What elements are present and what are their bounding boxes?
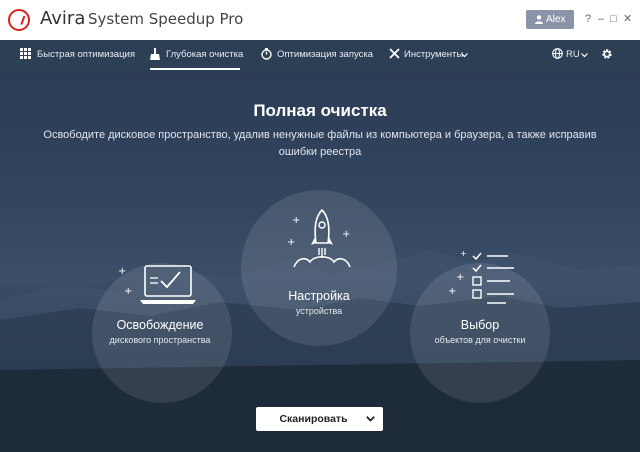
- tools-icon: [389, 48, 400, 59]
- tab-startup-optimization[interactable]: Оптимизация запуска: [261, 40, 374, 70]
- svg-text:+: +: [342, 229, 350, 240]
- svg-text:+: +: [287, 237, 295, 248]
- avira-logo-icon: [8, 9, 30, 31]
- svg-text:+: +: [448, 286, 456, 297]
- close-button[interactable]: ✕: [623, 12, 632, 26]
- main-panel: Полная очистка Освободите дисковое прост…: [0, 70, 640, 452]
- settings-button[interactable]: [601, 40, 615, 70]
- card-title: Настройка: [288, 289, 350, 303]
- page-title: Полная очистка: [253, 101, 387, 120]
- svg-text:+: +: [292, 215, 300, 226]
- laptop-check-icon: + +: [118, 265, 196, 304]
- minimize-button[interactable]: –: [598, 12, 604, 26]
- gear-icon: [602, 49, 612, 59]
- svg-text:+: +: [456, 272, 464, 283]
- tab-label: Глубокая очистка: [166, 49, 244, 60]
- card-subtitle: устройства: [295, 306, 343, 316]
- title-bar: Avira System Speedup Pro Alex ? – □ ✕: [0, 0, 640, 40]
- svg-text:+: +: [124, 286, 132, 297]
- chevron-down-icon: [461, 53, 468, 58]
- chevron-down-icon[interactable]: [366, 416, 375, 422]
- card-subtitle: объектов для очистки: [434, 335, 526, 345]
- tab-tools[interactable]: Инструменты: [389, 40, 471, 70]
- tab-label: Инструменты: [404, 49, 464, 60]
- svg-text:+: +: [118, 266, 126, 277]
- maximize-button[interactable]: □: [610, 12, 617, 26]
- language-label: RU: [566, 49, 580, 60]
- card-subtitle: дискового пространства: [109, 335, 211, 345]
- language-selector[interactable]: RU: [552, 40, 588, 70]
- chevron-down-icon: [581, 53, 588, 58]
- rocket-icon: + + +: [287, 208, 351, 268]
- grid-icon: [20, 48, 31, 59]
- page-subtitle: Освободите дисковое пространство, удалив…: [43, 129, 597, 158]
- tab-deep-cleaning[interactable]: Глубокая очистка: [150, 40, 244, 70]
- globe-icon: [552, 48, 563, 59]
- tab-label: Быстрая оптимизация: [37, 49, 135, 60]
- scan-button[interactable]: Сканировать: [256, 407, 383, 431]
- user-name: Alex: [546, 14, 566, 25]
- scan-button-label: Сканировать: [279, 413, 348, 425]
- tab-quick-optimization[interactable]: Быстрая оптимизация: [20, 40, 135, 70]
- broom-icon: [150, 48, 160, 60]
- user-account-button[interactable]: Alex: [526, 10, 574, 29]
- tab-label: Оптимизация запуска: [277, 49, 374, 60]
- nav-bar: Быстрая оптимизация Глубокая очистка Опт…: [0, 40, 640, 70]
- svg-text:+: +: [460, 250, 467, 258]
- stopwatch-icon: [261, 48, 272, 60]
- product-name: System Speedup Pro: [88, 10, 244, 28]
- card-title: Выбор: [460, 318, 500, 332]
- checklist-icon: + + +: [448, 250, 514, 304]
- user-icon: [535, 15, 543, 24]
- brand-name: Avira: [40, 8, 86, 29]
- help-button[interactable]: ?: [585, 12, 591, 26]
- card-title: Освобождение: [116, 318, 204, 332]
